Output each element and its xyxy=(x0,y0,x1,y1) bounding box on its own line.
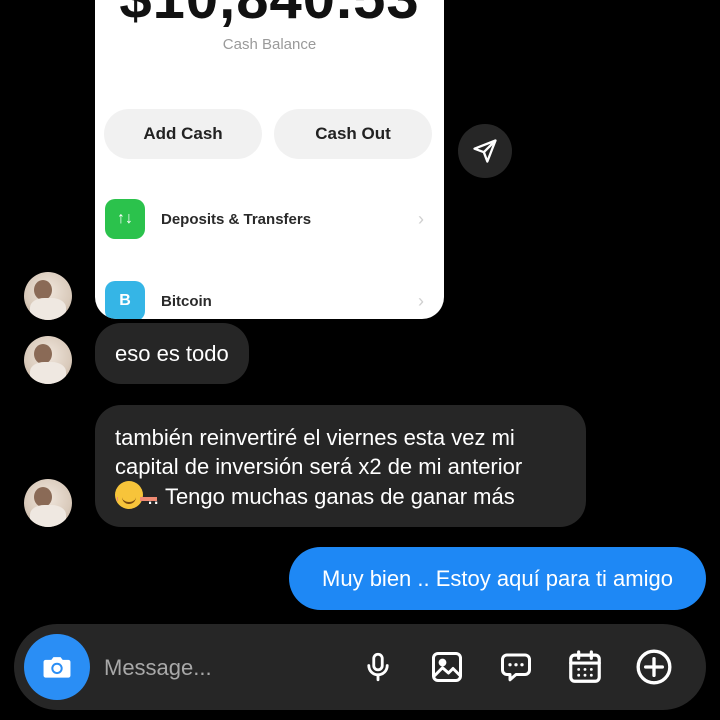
microphone-icon xyxy=(367,652,389,682)
add-cash-button: Add Cash xyxy=(104,109,262,159)
calendar-button[interactable] xyxy=(563,645,607,689)
smiling-emoji-icon xyxy=(115,481,143,509)
cash-balance-amount: $10,840.53 xyxy=(95,0,444,28)
message-text: .. Tengo muchas ganas de ganar más xyxy=(147,484,515,509)
transfer-arrows-icon: ↑↓ xyxy=(105,199,145,239)
bitcoin-label: Bitcoin xyxy=(161,292,212,310)
more-button[interactable] xyxy=(632,645,676,689)
image-icon xyxy=(432,652,462,682)
share-button[interactable] xyxy=(458,124,512,178)
cash-out-button: Cash Out xyxy=(274,109,432,159)
microphone-button[interactable] xyxy=(356,645,400,689)
incoming-message[interactable]: también reinvertiré el viernes esta vez … xyxy=(95,405,586,527)
avatar[interactable] xyxy=(24,336,72,384)
cash-balance-label: Cash Balance xyxy=(222,36,317,53)
deposits-transfers-row: ↑↓ Deposits & Transfers › xyxy=(105,197,424,241)
deposits-transfers-label: Deposits & Transfers xyxy=(161,210,312,228)
gallery-button[interactable] xyxy=(425,645,469,689)
bitcoin-row: B Bitcoin › xyxy=(105,279,424,319)
share-icon xyxy=(473,139,497,163)
calendar-icon xyxy=(569,650,601,683)
message-line: capital de inversión será x2 de mi anter… xyxy=(115,454,523,479)
message-line-with-emoji: .. Tengo muchas ganas de ganar más xyxy=(115,481,566,511)
chevron-right-icon: › xyxy=(418,290,424,311)
avatar[interactable] xyxy=(24,272,72,320)
avatar[interactable] xyxy=(24,479,72,527)
incoming-message[interactable]: eso es todo xyxy=(95,323,249,384)
camera-icon xyxy=(43,657,71,678)
sticker-icon xyxy=(501,653,531,682)
chevron-right-icon: › xyxy=(418,208,424,229)
message-line: también reinvertiré el viernes esta vez … xyxy=(115,425,515,450)
shared-image-card[interactable]: $10,840.53 Cash Balance Add Cash Cash Ou… xyxy=(95,0,444,319)
camera-button[interactable] xyxy=(24,634,90,700)
sticker-button[interactable] xyxy=(494,645,538,689)
plus-icon xyxy=(636,649,672,685)
outgoing-message[interactable]: Muy bien .. Estoy aquí para ti amigo xyxy=(289,547,706,610)
message-input[interactable] xyxy=(104,650,344,686)
bitcoin-icon: B xyxy=(105,281,145,319)
